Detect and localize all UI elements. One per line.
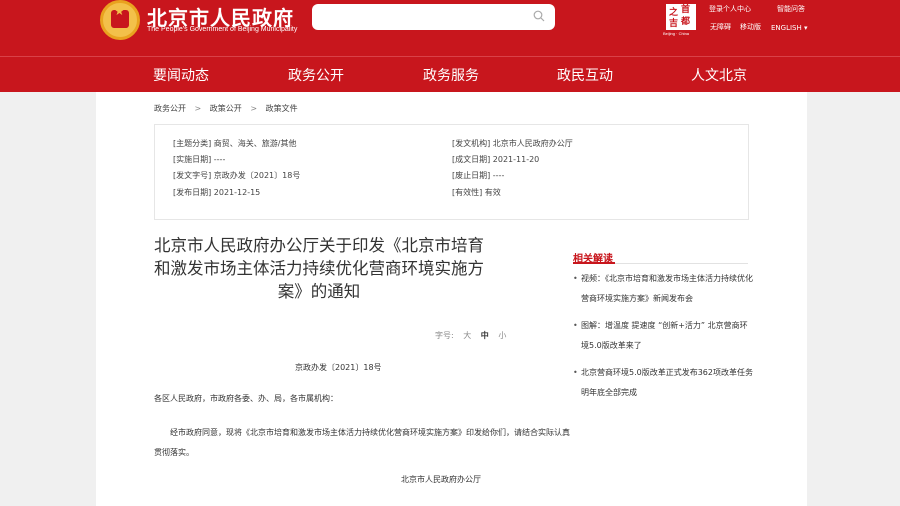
site-subtitle: The People's Government of Beijing Munic…	[147, 26, 298, 33]
doc-info-box: [主题分类] 商贸、海关、旅游/其他 [实施日期] ---- [发文字号] 京政…	[154, 124, 749, 220]
font-large-button[interactable]: 大	[463, 331, 471, 340]
search-icon[interactable]	[533, 10, 545, 22]
related-divider	[573, 262, 748, 264]
national-emblem-icon: ★	[100, 0, 140, 40]
related-item[interactable]: 视频：《北京市培育和激发市场主体活力持续优化营商环境实施方案》新闻发布会	[573, 269, 753, 309]
nav-item-news[interactable]: 要闻动态	[153, 65, 209, 85]
doc-body: 经市政府同意，现将《北京市培育和激发市场主体活力持续优化营商环境实施方案》印发给…	[154, 428, 570, 457]
related-list: 视频：《北京市培育和激发市场主体活力持续优化营商环境实施方案》新闻发布会 图解：…	[573, 269, 753, 410]
mobile-link[interactable]: 移动版	[740, 22, 761, 32]
nav-item-interaction[interactable]: 政民互动	[557, 65, 613, 85]
breadcrumb-item-policy-open[interactable]: 政策公开	[210, 104, 242, 113]
accessibility-link[interactable]: 无障碍	[710, 22, 731, 32]
nav-item-services[interactable]: 政务服务	[423, 65, 479, 85]
font-size-control: 字号: 大 中 小	[435, 330, 506, 341]
related-item[interactable]: 北京营商环境5.0版改革正式发布362项改革任务明年底全部完成	[573, 363, 753, 403]
info-impl-date: [实施日期] ----	[173, 155, 226, 164]
info-doc-no: [发文字号] 京政办发〔2021〕18号	[173, 171, 301, 180]
info-validity: [有效性] 有效	[452, 188, 501, 197]
info-issuer: [发文机构] 北京市人民政府办公厅	[452, 139, 573, 148]
main-nav: 要闻动态 政务公开 政务服务 政民互动 人文北京	[0, 56, 900, 92]
font-medium-button[interactable]: 中	[481, 331, 489, 340]
info-topic: [主题分类] 商贸、海关、旅游/其他	[173, 139, 297, 148]
content-panel: 政务公开 > 政策公开 > 政策文件 [主题分类] 商贸、海关、旅游/其他 [实…	[96, 92, 807, 506]
font-small-button[interactable]: 小	[498, 331, 506, 340]
doc-title: 北京市人民政府办公厅关于印发《北京市培育和激发市场主体活力持续优化营商环境实施方…	[154, 236, 484, 301]
nav-item-culture[interactable]: 人文北京	[691, 65, 747, 85]
info-created: [成文日期] 2021-11-20	[452, 155, 540, 164]
breadcrumb-separator: >	[250, 104, 258, 113]
nav-item-gov-affairs[interactable]: 政务公开	[288, 65, 344, 85]
related-item[interactable]: 图解：增温度 提速度 “创新+活力” 北京营商环境5.0版改革来了	[573, 316, 753, 356]
capital-logo-caption: Beijing · China	[663, 31, 690, 36]
breadcrumb-item-policy-docs[interactable]: 政策文件	[266, 104, 298, 113]
font-size-label: 字号:	[435, 331, 454, 340]
doc-issuer: 北京市人民政府办公厅	[401, 475, 481, 484]
english-link[interactable]: ENGLISH ▾	[771, 24, 808, 32]
login-link[interactable]: 登录个人中心	[709, 4, 751, 14]
capital-logo: 首 之 都 吉	[666, 4, 696, 30]
breadcrumb: 政务公开 > 政策公开 > 政策文件	[154, 103, 304, 114]
breadcrumb-separator: >	[194, 104, 202, 113]
breadcrumb-item-gov-open[interactable]: 政务公开	[154, 104, 186, 113]
doc-number: 京政办发〔2021〕18号	[295, 363, 382, 372]
site-header: ★ 北京市人民政府 The People's Government of Bei…	[0, 0, 900, 56]
smart-qa-link[interactable]: 智能问答	[777, 4, 805, 14]
search-input[interactable]	[312, 4, 555, 30]
info-pub-date: [发布日期] 2021-12-15	[173, 188, 261, 197]
info-abolished: [废止日期] ----	[452, 171, 505, 180]
doc-recipients: 各区人民政府，市政府各委、办、局，各市属机构：	[154, 394, 338, 403]
